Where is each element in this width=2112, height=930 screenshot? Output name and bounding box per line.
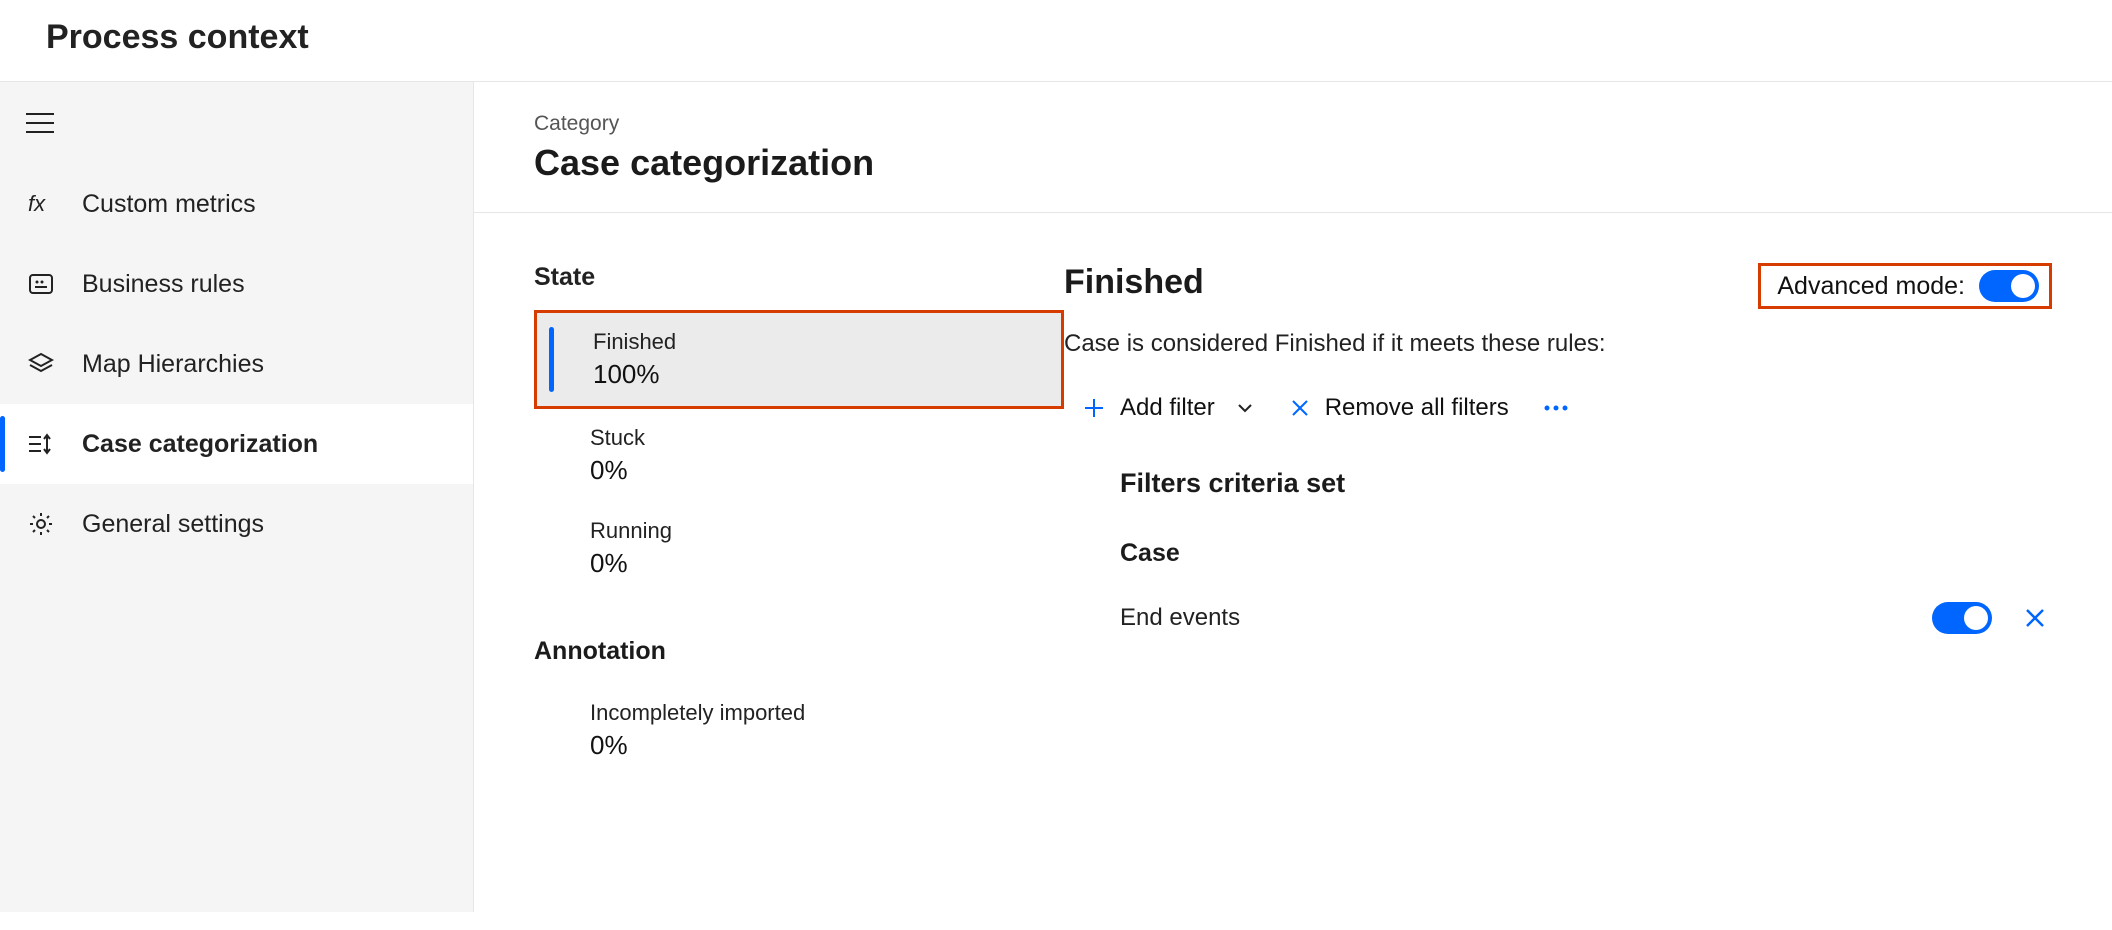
sidebar-item-case-categorization[interactable]: Case categorization <box>0 404 473 484</box>
chevron-down-icon <box>1235 398 1255 418</box>
svg-text:fx: fx <box>28 191 46 216</box>
sidebar-item-label: General settings <box>82 510 264 539</box>
filter-row-end-events[interactable]: End events <box>1064 602 2052 634</box>
content-area: Category Case categorization State Finis… <box>474 82 2112 912</box>
layers-icon <box>26 349 56 379</box>
fx-icon: fx <box>26 189 56 219</box>
annotation-item-incomplete[interactable]: Incompletely imported 0% <box>534 684 1064 777</box>
sidebar-item-general-settings[interactable]: General settings <box>0 484 473 564</box>
state-heading: State <box>534 263 1064 292</box>
advanced-mode-box: Advanced mode: <box>1758 263 2052 309</box>
filters-criteria-heading: Filters criteria set <box>1120 468 2052 499</box>
annotation-item-value: 0% <box>590 730 1044 761</box>
state-item-finished[interactable]: Finished 100% <box>534 310 1064 409</box>
page-title: Process context <box>46 18 2112 57</box>
annotation-item-label: Incompletely imported <box>590 700 1044 726</box>
sidebar-item-label: Custom metrics <box>82 190 256 219</box>
filter-toolbar: Add filter Remove all filters <box>1064 394 2052 422</box>
sidebar-item-custom-metrics[interactable]: fx Custom metrics <box>0 164 473 244</box>
sidebar-item-label: Case categorization <box>82 430 318 459</box>
category-title: Case categorization <box>534 142 2052 184</box>
x-icon <box>2022 605 2048 631</box>
add-filter-button[interactable]: Add filter <box>1082 394 1255 422</box>
state-item-label: Finished <box>593 329 1041 355</box>
x-icon <box>1289 397 1311 419</box>
categorization-icon <box>26 429 56 459</box>
plus-icon <box>1082 396 1106 420</box>
advanced-mode-label: Advanced mode: <box>1777 272 1965 301</box>
panels: State Finished 100% Stuck 0% Running 0% … <box>534 263 2052 777</box>
sidebar-item-label: Map Hierarchies <box>82 350 264 379</box>
state-item-running[interactable]: Running 0% <box>534 502 1064 595</box>
state-item-value: 0% <box>590 455 1044 486</box>
divider <box>474 212 2112 213</box>
category-eyebrow: Category <box>534 112 2052 136</box>
detail-panel: Finished Advanced mode: Case is consider… <box>1064 263 2052 777</box>
remove-all-label: Remove all filters <box>1325 394 1509 422</box>
sidebar-item-map-hierarchies[interactable]: Map Hierarchies <box>0 324 473 404</box>
state-item-stuck[interactable]: Stuck 0% <box>534 409 1064 502</box>
sidebar-item-business-rules[interactable]: Business rules <box>0 244 473 324</box>
remove-all-filters-button[interactable]: Remove all filters <box>1289 394 1509 422</box>
filter-row-remove-button[interactable] <box>2022 605 2048 631</box>
filter-row-actions <box>1932 602 2048 634</box>
sidebar: fx Custom metrics Business rules Map Hie… <box>0 82 474 912</box>
sidebar-item-label: Business rules <box>82 270 245 299</box>
state-item-value: 100% <box>593 359 1041 390</box>
state-item-label: Stuck <box>590 425 1044 451</box>
more-actions-button[interactable] <box>1543 404 1569 412</box>
case-heading: Case <box>1120 539 2052 568</box>
state-item-label: Running <box>590 518 1044 544</box>
hamburger-button[interactable] <box>0 102 473 164</box>
rule-description: Case is considered Finished if it meets … <box>1064 330 2052 358</box>
main-row: fx Custom metrics Business rules Map Hie… <box>0 82 2112 912</box>
more-icon <box>1543 404 1569 412</box>
annotation-heading: Annotation <box>534 637 1064 666</box>
state-item-value: 0% <box>590 548 1044 579</box>
page-header: Process context <box>0 0 2112 82</box>
detail-title: Finished <box>1064 263 1204 302</box>
gear-icon <box>26 509 56 539</box>
filter-row-toggle[interactable] <box>1932 602 1992 634</box>
rules-icon <box>26 269 56 299</box>
advanced-mode-toggle[interactable] <box>1979 270 2039 302</box>
state-panel: State Finished 100% Stuck 0% Running 0% … <box>534 263 1064 777</box>
hamburger-icon <box>26 112 54 134</box>
filter-row-label: End events <box>1120 604 1240 632</box>
add-filter-label: Add filter <box>1120 394 1215 422</box>
